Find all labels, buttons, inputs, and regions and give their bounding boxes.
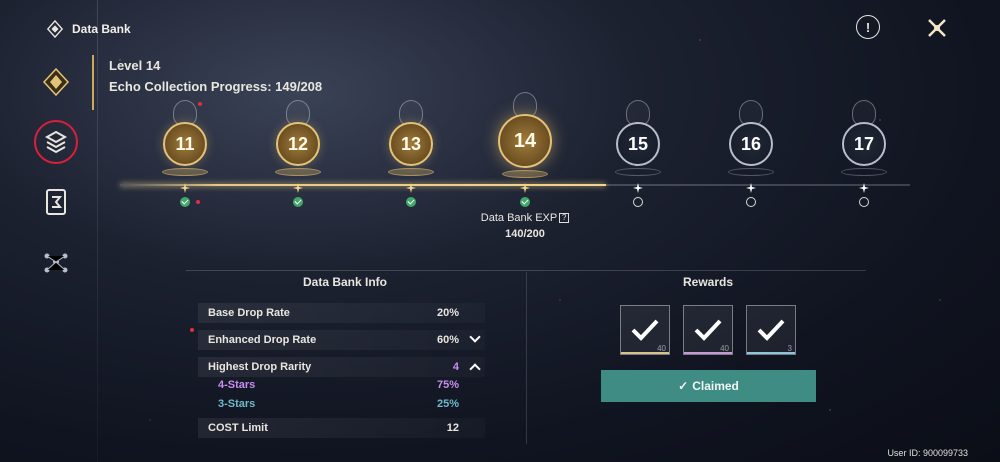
check-icon — [757, 319, 785, 341]
enhanced-drop-row[interactable]: Enhanced Drop Rate 60% — [198, 330, 485, 350]
sidebar-item-network[interactable] — [36, 242, 76, 282]
milestone-base — [162, 168, 208, 176]
progress-track-fill — [120, 184, 606, 186]
track-star-icon — [293, 180, 303, 193]
unclaimed-circle-icon — [746, 197, 756, 207]
cost-limit-row: COST Limit 12 — [198, 418, 485, 438]
milestone-base — [615, 168, 661, 176]
track-star-icon — [746, 180, 756, 193]
user-id: User ID: 900099733 — [887, 448, 968, 458]
claimed-check-icon — [406, 197, 416, 207]
claimed-button[interactable]: ✓ Claimed — [601, 370, 816, 402]
close-icon — [928, 19, 946, 37]
rarity-bar — [684, 352, 732, 354]
milestone-level: 12 — [276, 122, 320, 166]
exp-value: 140/200 — [505, 228, 545, 240]
enhanced-drop-label: Enhanced Drop Rate — [208, 334, 317, 346]
info-panel-title: Data Bank Info — [302, 275, 387, 289]
track-star-icon — [180, 180, 190, 193]
track-star-icon — [859, 180, 869, 193]
milestone-node[interactable]: 11 — [150, 100, 220, 176]
panel-divider-vertical — [526, 272, 527, 444]
progress-track — [120, 184, 910, 186]
echo-stack-icon — [44, 130, 68, 154]
page-header: Data Bank — [46, 20, 131, 38]
milestone-base — [275, 168, 321, 176]
reward-item[interactable]: 40 — [620, 305, 670, 355]
three-stars-row: 3-Stars 25% — [198, 395, 485, 413]
four-stars-label: 4-Stars — [218, 379, 256, 391]
base-drop-label: Base Drop Rate — [208, 307, 290, 319]
rarity-bar — [747, 352, 795, 354]
data-bank-exp: Data Bank EXP? 140/200 — [470, 212, 580, 240]
notification-dot — [198, 102, 202, 106]
level-label: Level 14 — [109, 58, 161, 73]
milestone-level: 15 — [616, 122, 660, 166]
highest-rarity-row[interactable]: Highest Drop Rarity 4 — [198, 357, 485, 377]
track-star-icon — [633, 180, 643, 193]
rarity-bar — [621, 352, 669, 354]
three-stars-value: 25% — [436, 398, 459, 410]
claimed-label: Claimed — [692, 379, 739, 393]
milestone-level: 17 — [842, 122, 886, 166]
close-button[interactable] — [924, 15, 950, 41]
sidebar-item-data-bank[interactable] — [36, 62, 76, 102]
milestone-level: 13 — [389, 122, 433, 166]
three-stars-label: 3-Stars — [218, 398, 256, 410]
claimed-check-icon — [180, 197, 190, 207]
notification-dot — [190, 328, 194, 332]
page-title: Data Bank — [72, 22, 131, 36]
milestone-base — [841, 168, 887, 176]
track-star-icon — [406, 180, 416, 193]
exp-help-icon[interactable]: ? — [559, 213, 570, 224]
unclaimed-circle-icon — [859, 197, 869, 207]
collection-progress: Echo Collection Progress: 149/208 — [109, 79, 323, 94]
sidebar — [34, 62, 78, 282]
claimed-check-icon — [520, 197, 530, 207]
exp-label: Data Bank EXP — [480, 212, 558, 224]
sidebar-item-echo-collection[interactable] — [34, 120, 78, 164]
milestone-node[interactable]: 12 — [263, 100, 333, 176]
milestone-node[interactable]: 15 — [603, 100, 673, 176]
cost-limit-label: COST Limit — [208, 422, 268, 434]
four-stars-row: 4-Stars 75% — [198, 376, 485, 394]
highest-rarity-label: Highest Drop Rarity — [208, 361, 312, 373]
help-button[interactable]: ! — [856, 15, 880, 39]
reward-item[interactable]: 40 — [683, 305, 733, 355]
reward-item[interactable]: 3 — [746, 305, 796, 355]
base-drop-value: 20% — [436, 307, 459, 319]
track-star-icon — [520, 180, 530, 193]
milestone-base — [388, 168, 434, 176]
cost-limit-value: 12 — [446, 422, 459, 434]
milestone-level: 16 — [729, 122, 773, 166]
sidebar-item-cards[interactable] — [36, 182, 76, 222]
milestone-base — [728, 168, 774, 176]
panel-divider-top — [186, 270, 866, 271]
claimed-check-icon — [293, 197, 303, 207]
network-icon — [44, 253, 68, 273]
check-icon — [694, 319, 722, 341]
check-icon: ✓ — [678, 379, 689, 393]
milestone-level: 11 — [163, 122, 207, 166]
notification-dot — [196, 200, 200, 204]
milestone-base — [502, 170, 548, 178]
milestone-node[interactable]: 17 — [829, 100, 899, 176]
base-drop-row: Base Drop Rate 20% — [198, 303, 485, 323]
data-bank-logo-icon — [46, 20, 64, 38]
milestone-node[interactable]: 14 — [490, 92, 560, 178]
milestone-level: 14 — [498, 114, 552, 168]
milestone-node[interactable]: 16 — [716, 100, 786, 176]
data-bank-icon — [42, 67, 70, 97]
card-icon — [46, 189, 66, 215]
check-icon — [631, 319, 659, 341]
unclaimed-circle-icon — [633, 197, 643, 207]
four-stars-value: 75% — [436, 379, 459, 391]
rewards-panel-title: Rewards — [682, 275, 734, 289]
milestone-node[interactable]: 13 — [376, 100, 446, 176]
